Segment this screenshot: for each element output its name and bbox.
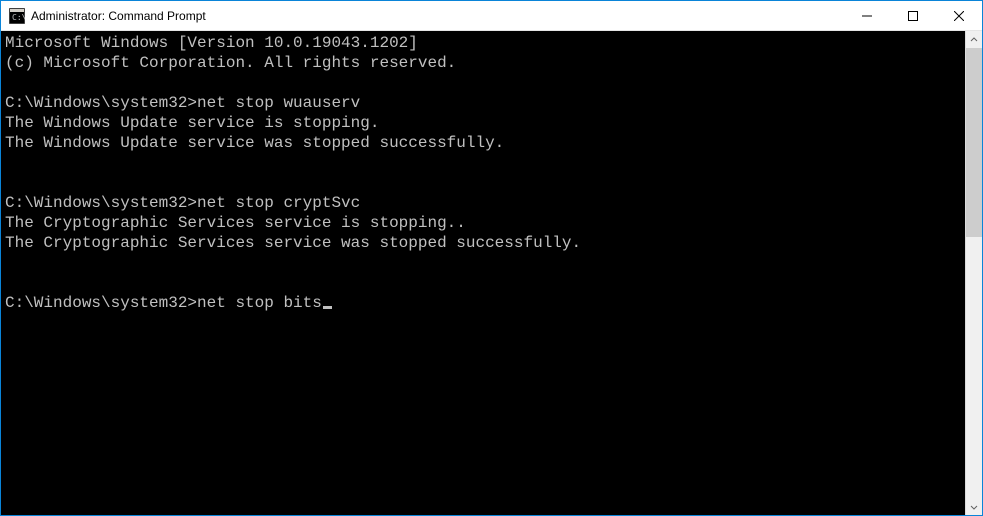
terminal-line: The Cryptographic Services service is st… [5,213,961,233]
terminal-prompt-line: C:\Windows\system32>net stop cryptSvc [5,193,961,213]
terminal-line: Microsoft Windows [Version 10.0.19043.12… [5,33,961,53]
terminal-line [5,253,961,273]
maximize-button[interactable] [890,1,936,30]
command-prompt-window: C:\ Administrator: Command Prompt [0,0,983,516]
terminal-line: The Windows Update service is stopping. [5,113,961,133]
svg-text:C:\: C:\ [12,13,25,22]
prompt-text: C:\Windows\system32> [5,94,197,112]
terminal-line [5,273,961,293]
close-icon [954,11,964,21]
command-text: net stop cryptSvc [197,194,360,212]
terminal-prompt-line: C:\Windows\system32>net stop bits [5,293,961,313]
scroll-down-button[interactable] [966,498,982,515]
terminal-line: The Cryptographic Services service was s… [5,233,961,253]
scroll-up-button[interactable] [966,31,982,48]
terminal-area: Microsoft Windows [Version 10.0.19043.12… [1,31,982,515]
terminal-line [5,173,961,193]
command-text: net stop wuauserv [197,94,360,112]
close-button[interactable] [936,1,982,30]
minimize-icon [862,11,872,21]
prompt-text: C:\Windows\system32> [5,294,197,312]
window-controls [844,1,982,30]
chevron-down-icon [970,503,978,511]
minimize-button[interactable] [844,1,890,30]
terminal-output[interactable]: Microsoft Windows [Version 10.0.19043.12… [1,31,965,515]
terminal-prompt-line: C:\Windows\system32>net stop wuauserv [5,93,961,113]
terminal-line: (c) Microsoft Corporation. All rights re… [5,53,961,73]
maximize-icon [908,11,918,21]
scrollbar-thumb[interactable] [966,48,982,237]
terminal-line [5,73,961,93]
terminal-line [5,153,961,173]
chevron-up-icon [970,36,978,44]
terminal-line: The Windows Update service was stopped s… [5,133,961,153]
command-text: net stop bits [197,294,322,312]
text-cursor [323,306,332,309]
cmd-icon: C:\ [9,8,25,24]
scrollbar-track[interactable] [966,48,982,498]
window-title: Administrator: Command Prompt [31,9,844,23]
prompt-text: C:\Windows\system32> [5,194,197,212]
titlebar[interactable]: C:\ Administrator: Command Prompt [1,1,982,31]
vertical-scrollbar[interactable] [965,31,982,515]
